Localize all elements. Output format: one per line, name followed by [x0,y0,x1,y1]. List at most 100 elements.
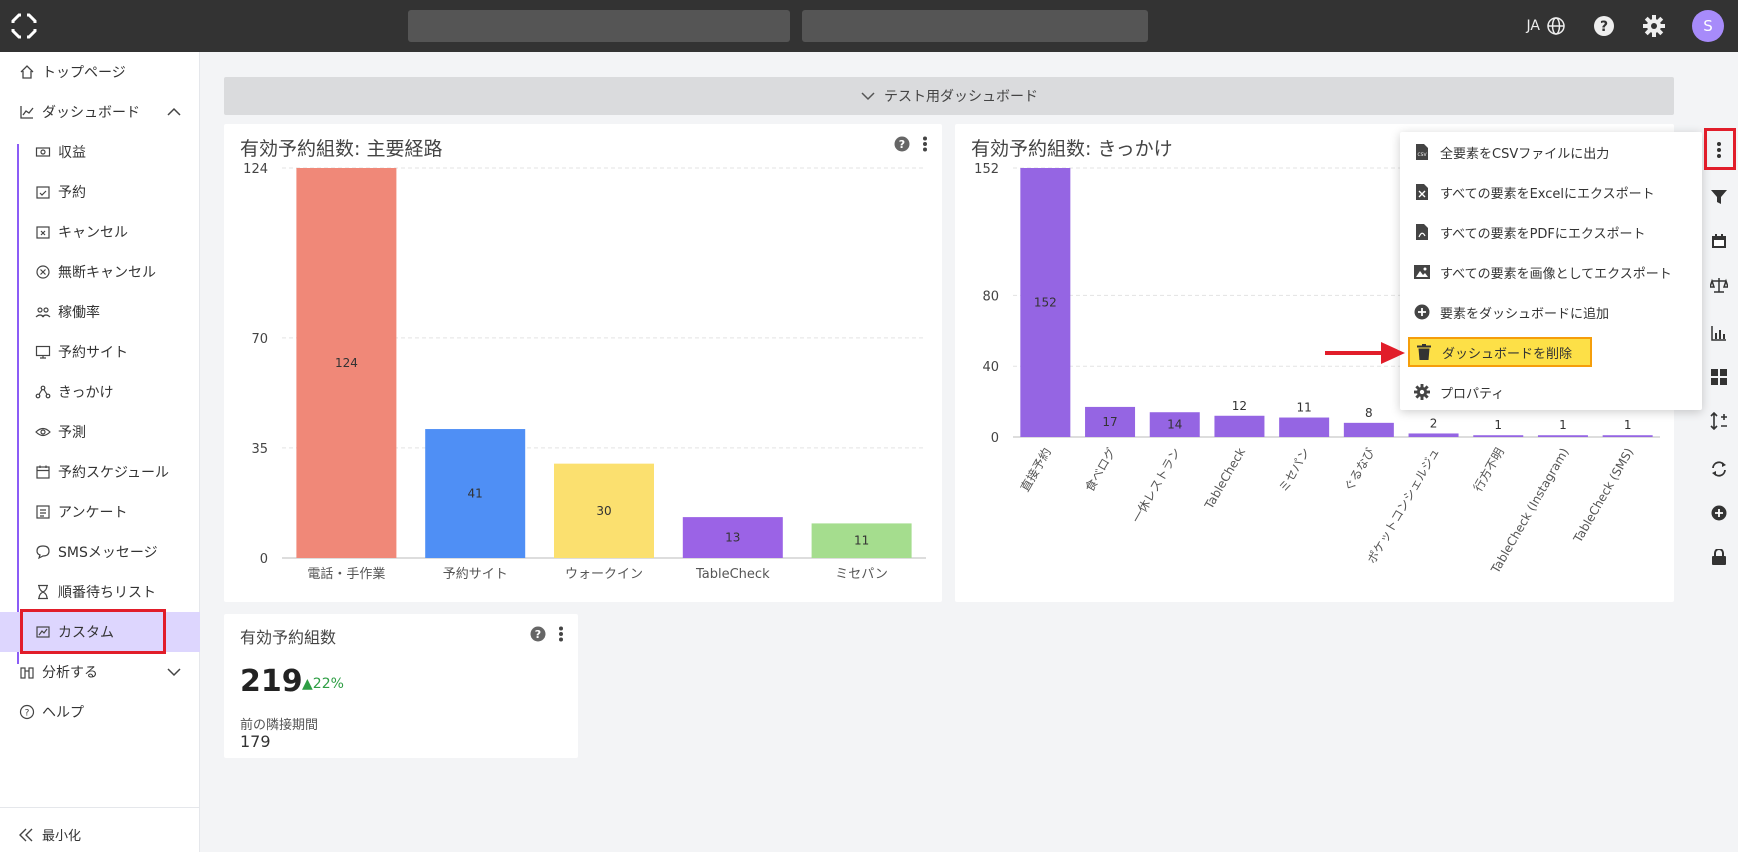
x-tick-label: ミセパン [1276,446,1312,495]
menu-export-pdf[interactable]: すべての要素をPDFにエクスポート [1400,212,1702,252]
y-tick-label: 152 [974,162,999,177]
bar[interactable] [1279,417,1330,437]
binoculars-icon [18,663,36,681]
sidebar-item-dashboard[interactable]: ダッシュボード [0,92,200,132]
chevron-down-icon [861,92,875,101]
chart-button[interactable] [1700,313,1738,353]
dashboard-title: テスト用ダッシュボード [884,89,1038,105]
chevron-down-icon[interactable] [166,664,182,680]
y-tick-label: 35 [251,442,268,457]
help-icon[interactable]: ? [530,626,546,642]
user-avatar[interactable]: S [1692,10,1724,42]
language-selector[interactable]: JA [1527,16,1566,36]
kpi-change-value: 22% [312,676,344,692]
hourglass-icon [34,583,52,601]
compare-button[interactable] [1700,265,1738,305]
menu-add-element[interactable]: 要素をダッシュボードに追加 [1400,292,1702,332]
balance-scale-icon [1710,278,1728,293]
lock-button[interactable] [1700,537,1738,577]
sidebar-item-occupancy[interactable]: 稼働率 [0,292,200,332]
x-tick-label: 直接予約 [1017,445,1054,494]
calendar-icon [1712,234,1726,248]
x-tick-label: ポケットコンシェルジュ [1364,446,1442,567]
bar-value-label: 11 [1297,401,1312,415]
sidebar-item-label: 予約サイト [58,345,128,361]
gear-icon [1414,384,1430,400]
sidebar-item-home[interactable]: トップページ [0,52,200,92]
more-vertical-icon[interactable] [558,626,564,642]
x-tick-label: TableCheck [695,567,770,582]
settings-gear-icon[interactable] [1642,14,1666,38]
bar[interactable] [1602,435,1653,437]
bar-value-label: 13 [725,531,740,545]
bar[interactable] [1214,415,1265,437]
x-tick-label: ウォークイン [565,567,643,582]
blurred-field-left[interactable] [408,10,790,42]
sidebar-item-forecast[interactable]: 予測 [0,412,200,452]
menu-item-label: ダッシュボードを削除 [1442,346,1573,362]
eye-icon [34,423,52,441]
menu-export-image[interactable]: すべての要素を画像としてエクスポート [1400,252,1702,292]
triangle-up-icon: ▲ [302,676,313,692]
chevron-up-icon[interactable] [166,104,182,120]
highlight-box-custom [20,609,166,654]
menu-item-label: プロパティ [1440,386,1505,402]
sidebar-item-schedule[interactable]: 予約スケジュール [0,452,200,492]
dashboard-title-bar[interactable]: テスト用ダッシュボード [224,77,1674,115]
menu-export-csv[interactable]: CSV 全要素をCSVファイルに出力 [1400,132,1702,172]
sidebar-item-label: 予約スケジュール [58,465,170,481]
home-icon [18,63,36,81]
sidebar-item-label: 予測 [58,425,86,441]
sidebar-item-revenue[interactable]: 収益 [0,132,200,172]
help-icon[interactable]: ? [1592,14,1616,38]
bar-value-label: 1 [1559,418,1567,432]
sidebar-item-sms[interactable]: SMSメッセージ [0,532,200,572]
filter-button[interactable] [1700,177,1738,217]
kpi-previous-value: 179 [240,732,271,751]
menu-export-excel[interactable]: すべての要素をExcelにエクスポート [1400,172,1702,212]
sidebar: トップページ ダッシュボード 収益 予約 キャンセル 無断キャンセル 稼働率 予… [0,52,200,852]
sidebar-item-analyze[interactable]: 分析する [0,652,200,692]
blurred-field-right[interactable] [802,10,1148,42]
add-widget-button[interactable] [1700,493,1738,533]
sidebar-item-triggers[interactable]: きっかけ [0,372,200,412]
bar-value-label: 11 [854,534,869,548]
chart-line-icon [18,103,36,121]
y-tick-label: 0 [260,552,268,567]
sidebar-item-help[interactable]: ? ヘルプ [0,692,200,732]
adjust-height-button[interactable] [1700,401,1738,441]
bar[interactable] [1343,422,1394,437]
calendar-icon [34,463,52,481]
y-tick-label: 40 [982,360,999,375]
bar[interactable] [1473,435,1524,437]
x-tick-label: 行方不明 [1470,445,1507,494]
layout-button[interactable] [1700,357,1738,397]
sidebar-item-waitlist[interactable]: 順番待ちリスト [0,572,200,612]
bar-value-label: 30 [596,504,611,518]
sidebar-item-label: 稼働率 [58,305,100,321]
users-icon [34,303,52,321]
survey-list-icon [34,503,52,521]
date-range-button[interactable] [1700,221,1738,261]
sidebar-item-no-shows[interactable]: 無断キャンセル [0,252,200,292]
sidebar-item-booking-sites[interactable]: 予約サイト [0,332,200,372]
menu-delete-dashboard[interactable]: ダッシュボードを削除 [1408,337,1592,367]
kpi-value: 219 [240,664,303,699]
menu-properties[interactable]: プロパティ [1400,372,1702,412]
minimize-label: 最小化 [42,829,82,844]
x-tick-label: ぐるなび [1341,446,1377,494]
sidebar-item-cancellations[interactable]: キャンセル [0,212,200,252]
refresh-button[interactable] [1700,449,1738,489]
sidebar-item-survey[interactable]: アンケート [0,492,200,532]
bar[interactable] [1537,435,1588,437]
app-logo[interactable] [10,12,38,40]
sidebar-divider [0,807,200,808]
minimize-sidebar-button[interactable]: 最小化 [18,825,81,844]
bar[interactable] [1408,433,1459,437]
sidebar-item-label: アンケート [58,505,128,521]
sidebar-item-reservations[interactable]: 予約 [0,172,200,212]
refresh-icon [1712,461,1726,477]
globe-icon [1547,17,1565,35]
x-tick-label: TableCheck (Instagram) [1488,446,1572,577]
svg-text:?: ? [25,709,30,719]
